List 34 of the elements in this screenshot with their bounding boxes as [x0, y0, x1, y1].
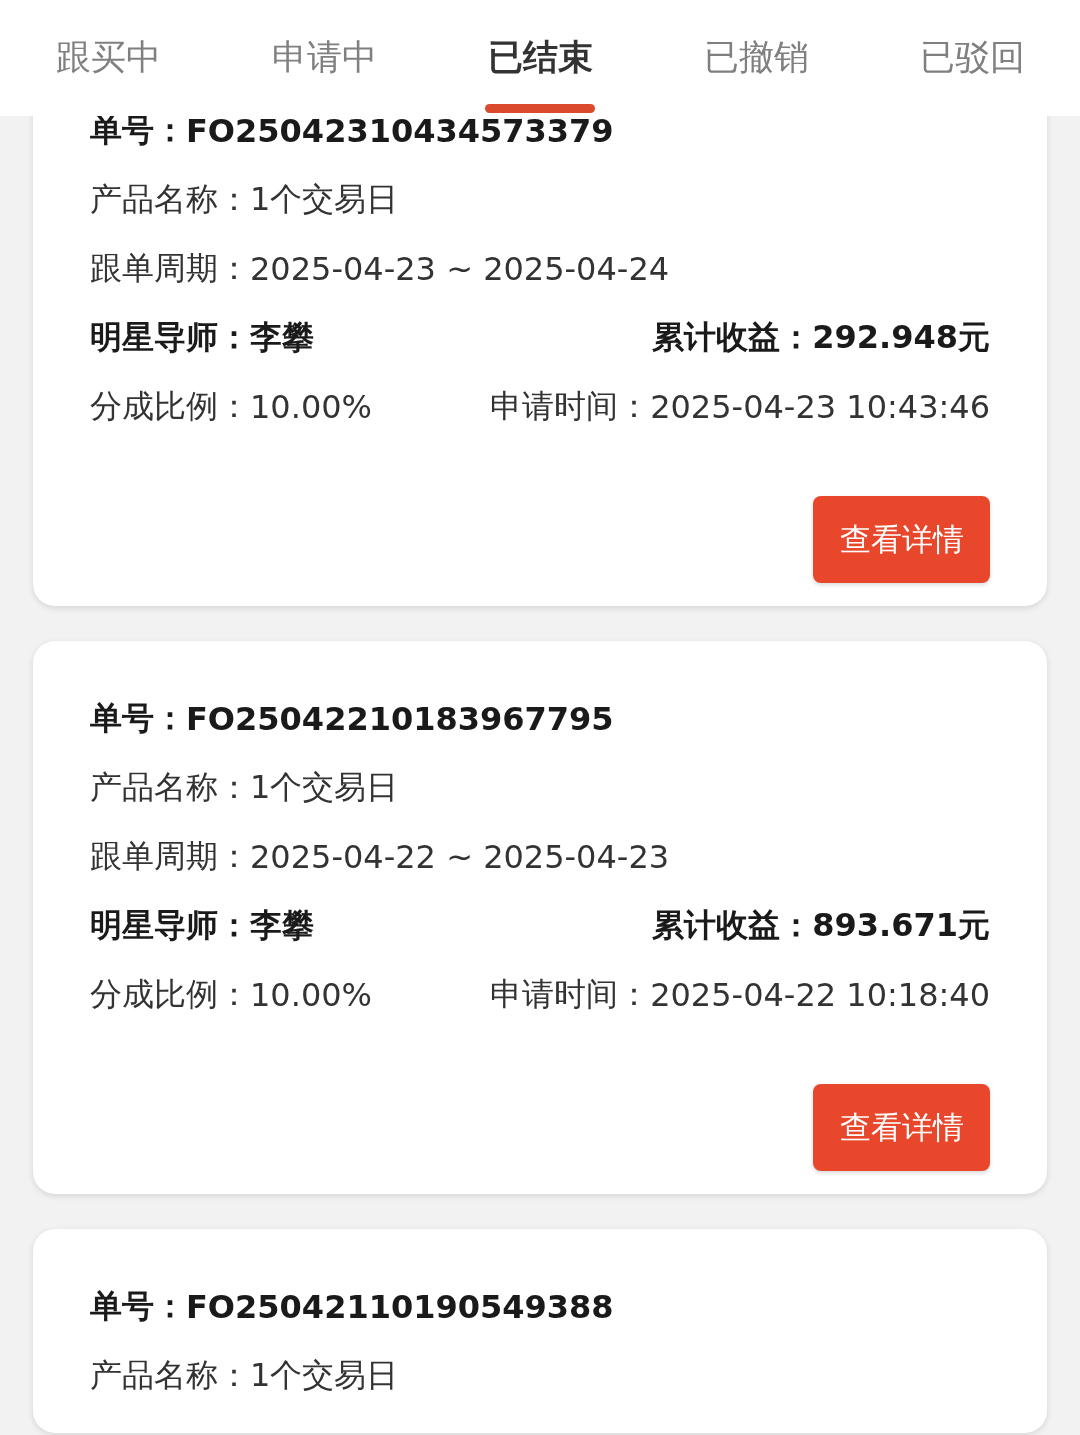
product-name-label: 产品名称：: [90, 178, 250, 220]
mentor-name: 李攀: [250, 904, 314, 946]
order-number: FO25042210183967795: [186, 699, 614, 738]
apply-time: 2025-04-22 10:18:40: [650, 975, 990, 1014]
product-name: 1个交易日: [250, 178, 399, 220]
view-details-button[interactable]: 查看详情: [813, 1084, 990, 1171]
apply-time: 2025-04-23 10:43:46: [650, 387, 990, 426]
earnings-label: 累计收益：: [652, 904, 813, 946]
tab[interactable]: 已驳回: [864, 0, 1080, 116]
follow-period-label: 跟单周期：: [90, 835, 250, 877]
share-ratio-label: 分成比例：: [90, 973, 250, 1015]
view-details-button[interactable]: 查看详情: [813, 496, 990, 583]
order-number: FO25042110190549388: [186, 1287, 614, 1326]
tab[interactable]: 已撤销: [648, 0, 864, 116]
order-number-label: 单号：: [90, 1285, 186, 1327]
share-ratio-label: 分成比例：: [90, 385, 250, 427]
mentor-name: 李攀: [250, 316, 314, 358]
order-number-label: 单号：: [90, 697, 186, 739]
product-name: 1个交易日: [250, 766, 399, 808]
share-ratio: 10.00%: [250, 387, 372, 426]
product-name-label: 产品名称：: [90, 766, 250, 808]
follow-period: 2025-04-23 ~ 2025-04-24: [250, 249, 670, 288]
earnings-label: 累计收益：: [652, 316, 813, 358]
earnings-value: 292.948元: [812, 316, 990, 358]
share-ratio: 10.00%: [250, 975, 372, 1014]
follow-period: 2025-04-22 ~ 2025-04-23: [250, 837, 670, 876]
apply-time-label: 申请时间：: [490, 973, 651, 1015]
earnings-value: 893.671元: [812, 904, 990, 946]
mentor-label: 明星导师：: [90, 316, 250, 358]
product-name: 1个交易日: [250, 1354, 399, 1396]
apply-time-label: 申请时间：: [490, 385, 651, 427]
product-name-label: 产品名称：: [90, 1354, 250, 1396]
mentor-label: 明星导师：: [90, 904, 250, 946]
follow-period-label: 跟单周期：: [90, 247, 250, 289]
